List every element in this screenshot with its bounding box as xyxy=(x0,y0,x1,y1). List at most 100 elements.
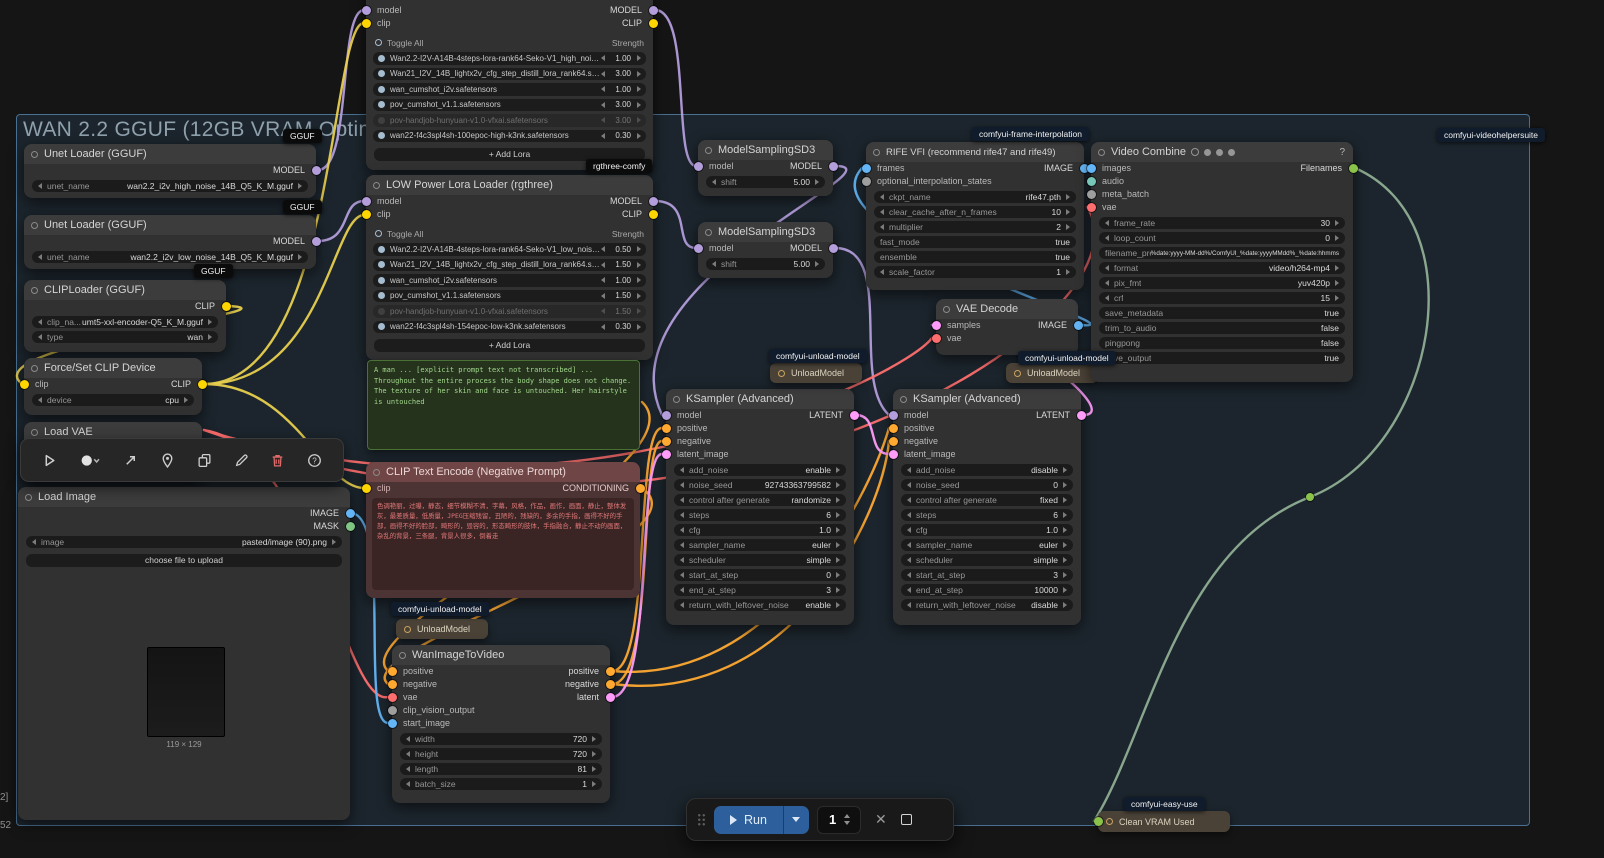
input-port-latent-image[interactable] xyxy=(889,450,898,459)
node-model-sampling-sd3-2[interactable]: ModelSamplingSD3 modelMODEL shift5.00 xyxy=(698,222,833,278)
combo-right-icon[interactable] xyxy=(1063,587,1067,593)
combo-right-icon[interactable] xyxy=(637,102,641,108)
combo-left-icon[interactable] xyxy=(601,277,605,283)
run-node-icon[interactable] xyxy=(36,447,62,473)
widget-steps[interactable]: steps6 xyxy=(901,509,1073,521)
delete-trash-icon[interactable] xyxy=(265,447,291,473)
collapse-dot-icon[interactable] xyxy=(31,287,38,294)
pin-icon[interactable] xyxy=(155,447,181,473)
collapse-dot-icon[interactable] xyxy=(31,429,38,436)
node-title[interactable]: Load Image xyxy=(18,487,350,507)
widget-start-at-step[interactable]: start_at_step3 xyxy=(901,569,1073,581)
input-port-vae[interactable] xyxy=(1087,203,1096,212)
output-port-positive[interactable] xyxy=(606,667,615,676)
combo-left-icon[interactable] xyxy=(601,324,605,330)
collapse-dot-icon[interactable] xyxy=(943,306,950,313)
widget-ensemble[interactable]: ensembletrue xyxy=(874,251,1076,263)
input-port-vae[interactable] xyxy=(388,693,397,702)
node-title[interactable]: VAE Decode xyxy=(936,299,1078,319)
combo-left-icon[interactable] xyxy=(38,319,42,325)
combo-left-icon[interactable] xyxy=(601,262,605,268)
stop-icon[interactable] xyxy=(901,814,912,825)
combo-left-icon[interactable] xyxy=(406,736,410,742)
input-port-negative[interactable] xyxy=(889,437,898,446)
mute-icon[interactable] xyxy=(1204,149,1211,156)
close-icon[interactable]: ✕ xyxy=(869,811,893,828)
lora-toggle-icon[interactable] xyxy=(378,86,385,93)
input-port-start-image[interactable] xyxy=(388,719,397,728)
output-port-clip[interactable] xyxy=(198,380,207,389)
lora-toggle-icon[interactable] xyxy=(378,132,385,139)
node-unet-loader-high[interactable]: Unet Loader (GGUF) MODEL unet_namewan2.2… xyxy=(24,144,316,198)
widget-frame-rate[interactable]: frame_rate30 xyxy=(1099,217,1345,229)
input-port-clip[interactable] xyxy=(362,19,371,28)
copy-icon[interactable] xyxy=(191,447,217,473)
widget-noise-seed[interactable]: noise_seed0 xyxy=(901,479,1073,491)
collapse-dot-icon[interactable] xyxy=(778,370,785,377)
widget-steps[interactable]: steps6 xyxy=(674,509,846,521)
combo-right-icon[interactable] xyxy=(1335,295,1339,301)
combo-left-icon[interactable] xyxy=(38,397,42,403)
node-clip-loader[interactable]: CLIPLoader (GGUF) CLIP clip_na...umt5-xx… xyxy=(24,280,226,352)
combo-right-icon[interactable] xyxy=(637,277,641,283)
combo-right-icon[interactable] xyxy=(637,308,641,314)
lora-toggle-icon[interactable] xyxy=(378,70,385,77)
node-title[interactable]: Video Combine? xyxy=(1091,142,1353,162)
input-port-anything[interactable] xyxy=(1094,817,1103,826)
node-color-icon[interactable] xyxy=(73,447,107,473)
negative-prompt-textarea[interactable]: 色调艳丽，过曝，静态，细节模糊不清，字幕，风格，作品，画作，画面，静止，整体发灰… xyxy=(372,498,634,590)
widget-image[interactable]: imagepasted/image (90).png xyxy=(26,536,342,548)
node-title[interactable]: RIFE VFI (recommend rife47 and rife49) xyxy=(866,142,1084,162)
combo-right-icon[interactable] xyxy=(1063,602,1067,608)
combo-left-icon[interactable] xyxy=(601,133,605,139)
output-port-clip[interactable] xyxy=(649,210,658,219)
lora-toggle-icon[interactable] xyxy=(378,101,385,108)
combo-left-icon[interactable] xyxy=(712,179,716,185)
combo-right-icon[interactable] xyxy=(637,133,641,139)
toggle-all-row[interactable]: Toggle All Strength xyxy=(375,227,644,240)
combo-left-icon[interactable] xyxy=(406,751,410,757)
widget-save-output[interactable]: save_outputtrue xyxy=(1099,352,1345,364)
combo-left-icon[interactable] xyxy=(907,467,911,473)
combo-left-icon[interactable] xyxy=(406,766,410,772)
node-title[interactable]: KSampler (Advanced) xyxy=(893,389,1081,409)
collapse-dot-icon[interactable] xyxy=(373,182,380,189)
combo-left-icon[interactable] xyxy=(601,308,605,314)
node-title[interactable]: LOW Power Lora Loader (rgthree) xyxy=(366,175,653,195)
widget-add-noise[interactable]: add_noiseenable xyxy=(674,464,846,476)
widget-scheduler[interactable]: schedulersimple xyxy=(901,554,1073,566)
input-port-clip[interactable] xyxy=(20,380,29,389)
output-port-latent[interactable] xyxy=(606,693,615,702)
combo-right-icon[interactable] xyxy=(815,261,819,267)
node-rife-vfi[interactable]: RIFE VFI (recommend rife47 and rife49) f… xyxy=(866,142,1084,290)
input-port-model[interactable] xyxy=(662,411,671,420)
widget-start-at-step[interactable]: start_at_step0 xyxy=(674,569,846,581)
combo-right-icon[interactable] xyxy=(1335,220,1339,226)
widget-pix-fmt[interactable]: pix_fmtyuv420p xyxy=(1099,277,1345,289)
combo-right-icon[interactable] xyxy=(836,572,840,578)
combo-right-icon[interactable] xyxy=(1063,542,1067,548)
input-port-model[interactable] xyxy=(694,244,703,253)
combo-right-icon[interactable] xyxy=(836,497,840,503)
combo-left-icon[interactable] xyxy=(907,602,911,608)
output-port-model[interactable] xyxy=(649,6,658,15)
help-icon[interactable]: ? xyxy=(1339,147,1345,158)
lora-row[interactable]: wan_cumshot_i2v.safetensors1.00 xyxy=(373,274,646,287)
widget-cfg[interactable]: cfg1.0 xyxy=(901,524,1073,536)
node-clip-text-encode-negative[interactable]: CLIP Text Encode (Negative Prompt) clip … xyxy=(366,462,640,598)
widget-device[interactable]: devicecpu xyxy=(32,394,194,406)
node-unet-loader-low[interactable]: Unet Loader (GGUF) MODEL unet_namewan2.2… xyxy=(24,215,316,269)
bypass-icon[interactable] xyxy=(118,447,144,473)
node-unload-model[interactable]: UnloadModel xyxy=(396,619,488,639)
help-icon[interactable]: ? xyxy=(302,447,328,473)
combo-left-icon[interactable] xyxy=(907,587,911,593)
collapse-dot-icon[interactable] xyxy=(873,149,880,156)
combo-left-icon[interactable] xyxy=(601,102,605,108)
collapse-dot-icon[interactable] xyxy=(673,396,680,403)
lora-row[interactable]: pov_cumshot_v1.1.safetensors3.00 xyxy=(373,99,646,112)
group-title[interactable]: WAN 2.2 GGUF (12GB VRAM Optimized) xyxy=(23,118,423,142)
combo-right-icon[interactable] xyxy=(1066,269,1070,275)
widget-filename-prefix[interactable]: filename_prefix%date:yyyy-MM-dd%/ComfyUI… xyxy=(1099,247,1345,259)
node-ksampler-advanced-1[interactable]: KSampler (Advanced) modelLATENT positive… xyxy=(666,389,854,625)
combo-right-icon[interactable] xyxy=(1063,467,1067,473)
